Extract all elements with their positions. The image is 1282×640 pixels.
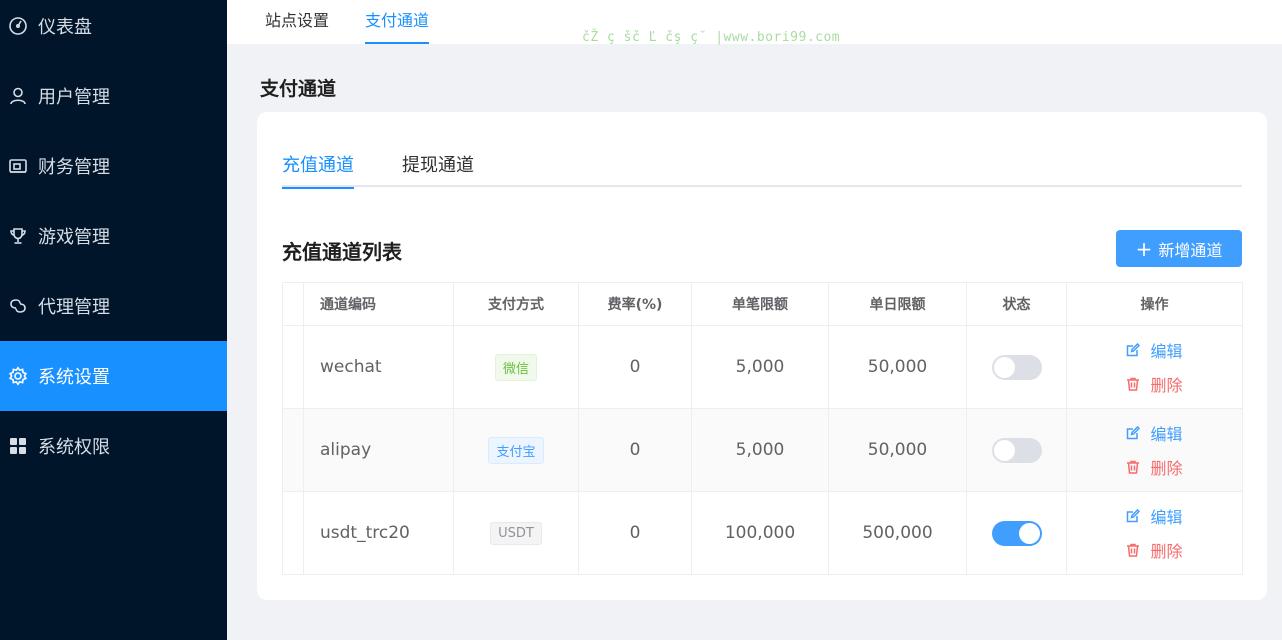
grid-icon <box>8 436 28 456</box>
edit-icon <box>1127 426 1141 440</box>
edit-icon <box>1127 343 1141 357</box>
tab-recharge-channels[interactable]: 充值通道 <box>282 151 354 189</box>
plus-icon: + <box>1135 236 1153 261</box>
sidebar-item-dashboard[interactable]: 仪表盘 <box>0 0 227 61</box>
table-row: usdt_trc20 USDT 0 100,000 500,000 编辑 删除 <box>282 491 1243 575</box>
sidebar-item-users[interactable]: 用户管理 <box>0 61 227 131</box>
actions-cell: 编辑 删除 <box>1066 491 1243 575</box>
edit-label: 编辑 <box>1150 342 1183 361</box>
table-row: wechat 微信 0 5,000 50,000 编辑 删除 <box>282 325 1243 409</box>
delete-label: 删除 <box>1150 542 1183 561</box>
payment-method-cell: USDT <box>453 491 579 575</box>
fee-rate: 0 <box>578 325 692 409</box>
row-spacer <box>282 325 304 409</box>
daily-limit: 50,000 <box>828 408 967 492</box>
payment-method-tag: 微信 <box>494 353 537 381</box>
column-header: 支付方式 <box>453 282 579 326</box>
row-spacer <box>282 408 304 492</box>
trash-icon <box>1127 460 1140 474</box>
status-cell <box>966 325 1067 409</box>
payment-method-cell: 支付宝 <box>453 408 579 492</box>
row-spacer <box>282 491 304 575</box>
actions-cell: 编辑 删除 <box>1066 408 1243 492</box>
trash-icon <box>1127 377 1140 391</box>
edit-label: 编辑 <box>1150 425 1183 444</box>
channel-code: alipay <box>303 408 454 492</box>
column-header: 单笔限额 <box>691 282 829 326</box>
tab-site-settings[interactable]: 站点设置 <box>265 0 329 44</box>
sidebar-item-finance[interactable]: 财务管理 <box>0 131 227 201</box>
column-header: 操作 <box>1066 282 1243 326</box>
sidebar-item-permissions[interactable]: 系统权限 <box>0 411 227 481</box>
edit-icon <box>1127 509 1141 523</box>
list-title: 充值通道列表 <box>282 240 402 264</box>
edit-button[interactable]: 编辑 <box>1126 504 1183 528</box>
sidebar-item-label: 仪表盘 <box>38 17 92 38</box>
status-cell <box>966 491 1067 575</box>
user-icon <box>8 86 28 106</box>
payment-method-tag: 支付宝 <box>488 436 544 464</box>
add-channel-button[interactable]: + 新增通道 <box>1116 230 1242 267</box>
daily-limit: 50,000 <box>828 325 967 409</box>
sidebar-item-label: 系统权限 <box>38 437 110 458</box>
channel-type-tabs: 充值通道 提现通道 <box>282 145 1242 189</box>
sidebar-item-label: 代理管理 <box>38 297 110 318</box>
sidebar-item-system-settings[interactable]: 系统设置 <box>0 341 227 411</box>
channel-code: usdt_trc20 <box>303 491 454 575</box>
delete-label: 删除 <box>1150 376 1183 395</box>
sidebar-item-label: 用户管理 <box>38 87 110 108</box>
gear-icon <box>8 366 28 386</box>
daily-limit: 500,000 <box>828 491 967 575</box>
sidebar: 仪表盘 用户管理 财务管理 游戏管理 代理管理 系统设置 系统权限 <box>0 0 227 640</box>
column-header: 通道编码 <box>303 282 454 326</box>
toggle-knob <box>993 439 1015 461</box>
trophy-icon <box>8 226 28 246</box>
trash-icon <box>1127 543 1140 557</box>
delete-button[interactable]: 删除 <box>1126 372 1183 396</box>
single-limit: 100,000 <box>691 491 829 575</box>
channel-table: 通道编码 支付方式 费率(%) 单笔限额 单日限额 状态 操作 wechat 微… <box>282 282 1243 575</box>
status-toggle[interactable] <box>991 437 1042 463</box>
top-tabs-bar: 站点设置 支付通道 čŽ ç šč Ľ čş ç˘ |www.bori99.co… <box>227 0 1282 45</box>
sidebar-item-games[interactable]: 游戏管理 <box>0 201 227 271</box>
page-title: 支付通道 <box>260 78 337 100</box>
payment-method-cell: 微信 <box>453 325 579 409</box>
sidebar-item-label: 游戏管理 <box>38 227 110 248</box>
dashboard-icon <box>8 16 28 36</box>
sidebar-item-label: 财务管理 <box>38 157 110 178</box>
toggle-knob <box>993 356 1015 378</box>
toggle-knob <box>1018 522 1040 544</box>
status-toggle[interactable] <box>991 520 1042 546</box>
column-header: 费率(%) <box>578 282 692 326</box>
tab-withdraw-channels[interactable]: 提现通道 <box>402 151 474 187</box>
single-limit: 5,000 <box>691 325 829 409</box>
tab-payment-channels[interactable]: 支付通道 <box>365 0 430 44</box>
payment-channel-card: 充值通道 提现通道 充值通道列表 + 新增通道 通道编码 支付方式 费率(%) … <box>257 112 1267 600</box>
column-header: 状态 <box>966 282 1067 326</box>
table-header-row: 通道编码 支付方式 费率(%) 单笔限额 单日限额 状态 操作 <box>282 282 1243 326</box>
fee-rate: 0 <box>578 491 692 575</box>
sidebar-item-agents[interactable]: 代理管理 <box>0 271 227 341</box>
actions-cell: 编辑 删除 <box>1066 325 1243 409</box>
delete-label: 删除 <box>1150 459 1183 478</box>
payment-method-tag: USDT <box>490 521 542 545</box>
add-channel-label: 新增通道 <box>1158 240 1223 260</box>
delete-button[interactable]: 删除 <box>1126 455 1183 479</box>
column-header: 单日限额 <box>828 282 967 326</box>
sidebar-item-label: 系统设置 <box>38 367 110 388</box>
wallet-icon <box>8 156 28 176</box>
edit-label: 编辑 <box>1150 508 1183 527</box>
edit-button[interactable]: 编辑 <box>1126 338 1183 362</box>
table-header-spacer <box>282 282 304 326</box>
watermark: čŽ ç šč Ľ čş ç˘ |www.bori99.com <box>582 30 841 45</box>
table-row: alipay 支付宝 0 5,000 50,000 编辑 删除 <box>282 408 1243 492</box>
single-limit: 5,000 <box>691 408 829 492</box>
status-toggle[interactable] <box>991 354 1042 380</box>
status-cell <box>966 408 1067 492</box>
link-icon <box>8 296 28 316</box>
delete-button[interactable]: 删除 <box>1126 538 1183 562</box>
edit-button[interactable]: 编辑 <box>1126 421 1183 445</box>
fee-rate: 0 <box>578 408 692 492</box>
channel-code: wechat <box>303 325 454 409</box>
